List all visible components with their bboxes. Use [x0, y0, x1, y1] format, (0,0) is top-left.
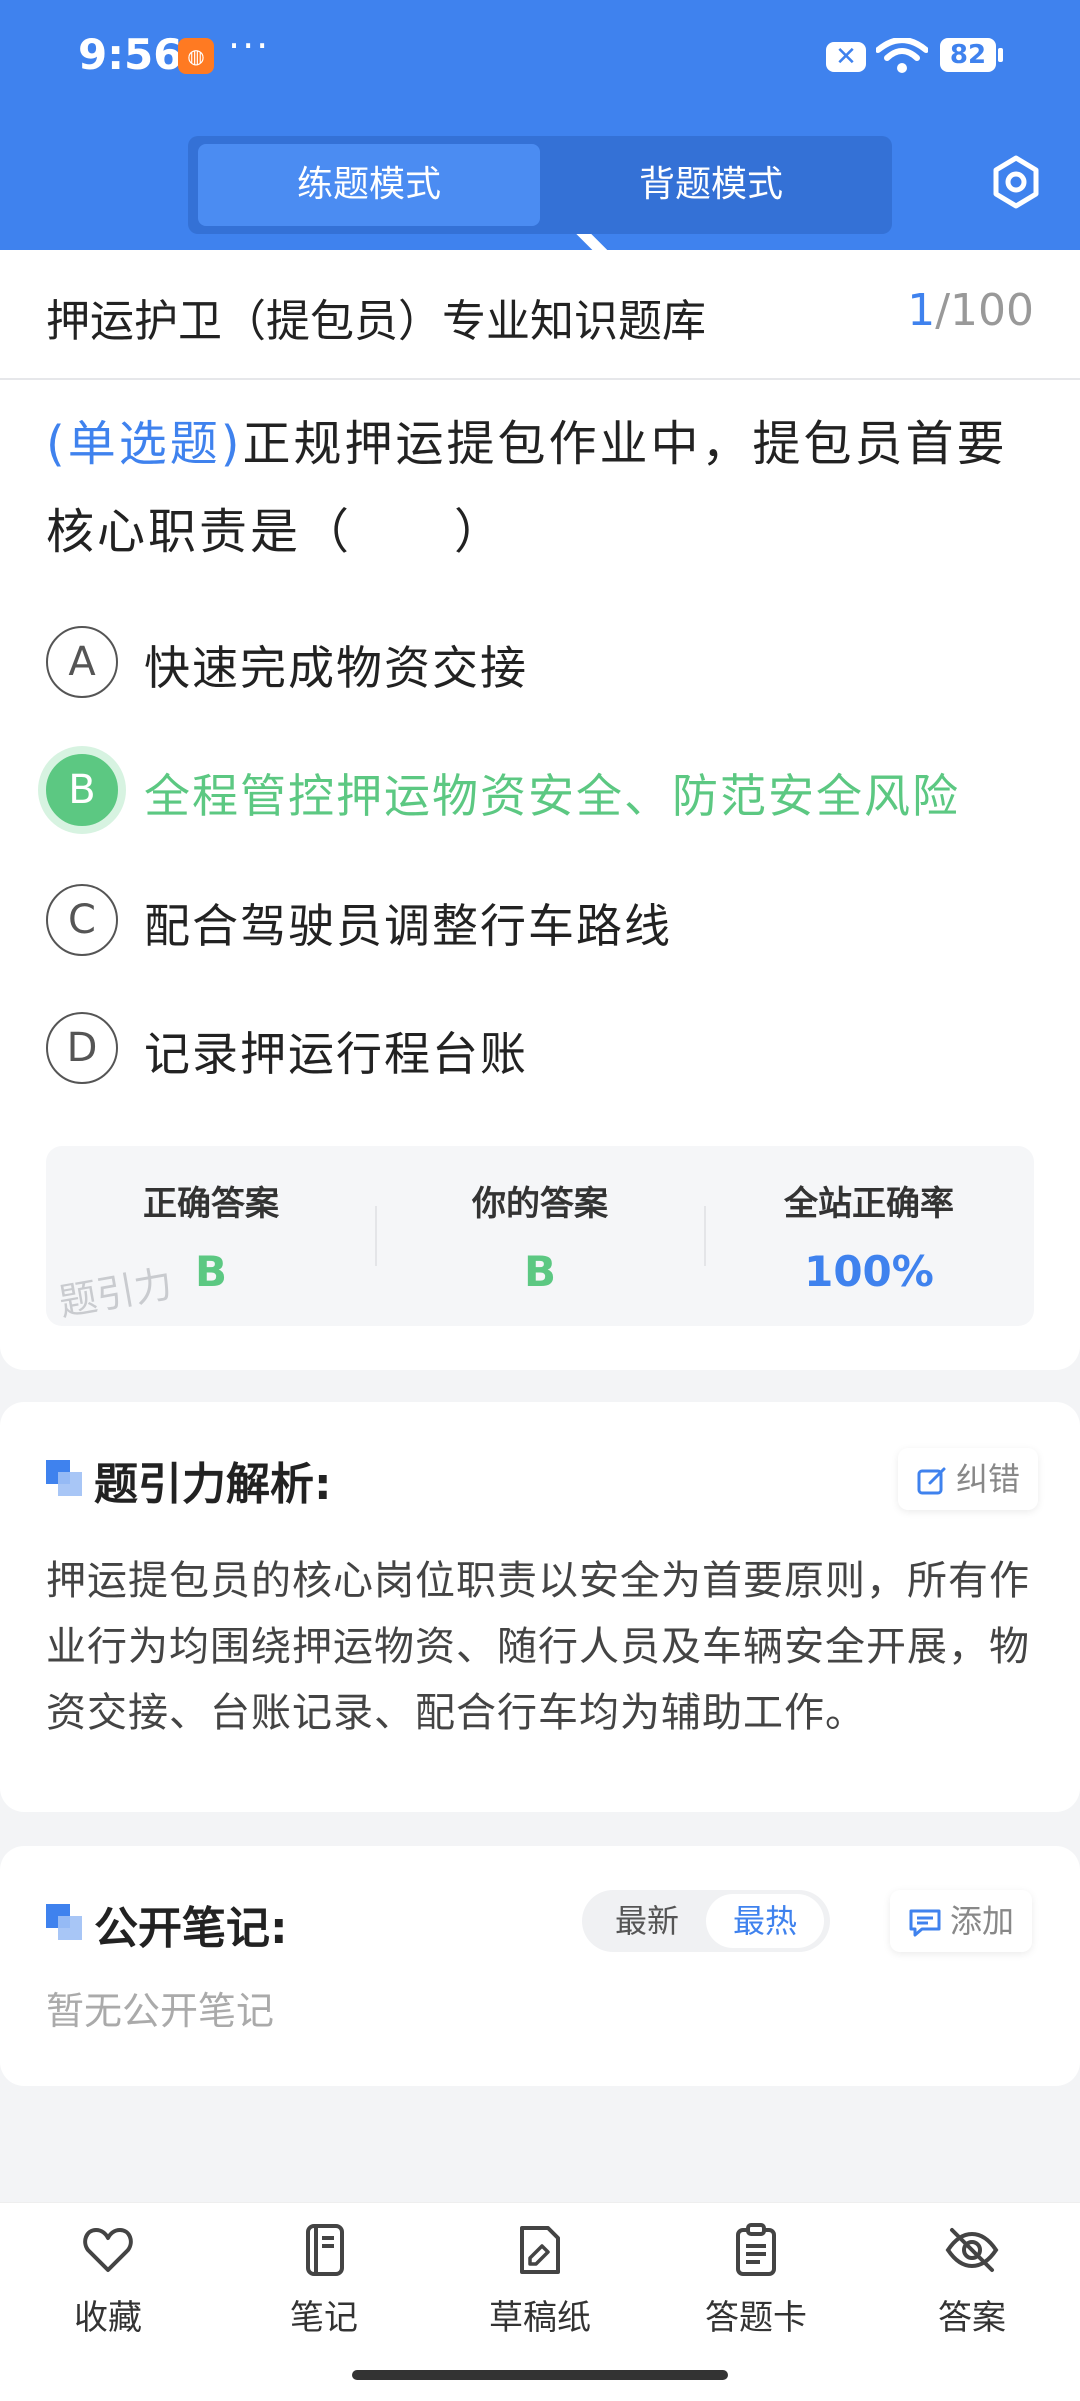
option-letter: A	[46, 626, 118, 698]
show-answer-label: 答案	[938, 2298, 1006, 2338]
status-bar: 9:56 ◍ ··· ✕ 82	[0, 0, 1080, 120]
battery-indicator: 82	[940, 38, 1003, 72]
your-answer-label: 你的答案	[472, 1184, 608, 1224]
correct-rate-value: 100%	[804, 1247, 934, 1296]
mode-switch: 练题模式 背题模式	[188, 136, 892, 234]
option-text: 记录押运行程台账	[144, 1027, 528, 1081]
silent-icon: ✕	[826, 42, 866, 72]
option-text: 快速完成物资交接	[144, 641, 528, 695]
clipboard-icon	[736, 2223, 776, 2276]
draft-paper-label: 草稿纸	[489, 2298, 591, 2338]
heart-icon	[83, 2228, 133, 2272]
option-a[interactable]: A 快速完成物资交接	[46, 622, 1036, 702]
option-text: 全程管控押运物资安全、防范安全风险	[144, 769, 960, 823]
more-notifications-icon: ···	[228, 24, 271, 68]
eye-off-icon	[945, 2228, 999, 2272]
edit-icon	[917, 1467, 946, 1495]
correct-answer-label: 正确答案	[143, 1184, 279, 1224]
notes-button[interactable]: 笔记	[224, 2222, 424, 2339]
draft-paper-button[interactable]: 草稿纸	[440, 2222, 640, 2339]
your-answer-value: B	[523, 1247, 556, 1296]
sort-newest[interactable]: 最新	[588, 1890, 706, 1952]
notes-label: 笔记	[290, 2298, 358, 2338]
answer-sheet-button[interactable]: 答题卡	[656, 2222, 856, 2339]
notes-card	[0, 1846, 1080, 2086]
question-bank-title: 押运护卫（提包员）专业知识题库	[46, 296, 706, 347]
add-note-label: 添加	[950, 1902, 1015, 1940]
correct-rate: 全站正确率 100%	[704, 1176, 1034, 1296]
correct-rate-label: 全站正确率	[784, 1184, 954, 1224]
question-type: (单选题)	[46, 416, 243, 472]
settings-icon[interactable]	[988, 154, 1044, 210]
notes-title: 公开笔记:	[94, 1903, 288, 1954]
notes-empty-text: 暂无公开笔记	[46, 1989, 275, 2033]
option-c[interactable]: C 配合驾驶员调整行车路线	[46, 880, 1036, 960]
app-notification-icon: ◍	[178, 38, 214, 74]
report-error-button[interactable]: 纠错	[898, 1448, 1039, 1510]
option-text: 配合驾驶员调整行车路线	[144, 899, 672, 953]
notebook-icon	[306, 2224, 344, 2276]
total-questions: /100	[935, 285, 1034, 336]
add-note-button[interactable]: 添加	[890, 1890, 1033, 1952]
section-icon	[46, 1904, 82, 1940]
divider	[0, 378, 1080, 380]
answer-summary: 正确答案 B 你的答案 B 全站正确率 100%	[46, 1146, 1034, 1326]
draft-icon	[520, 2226, 560, 2274]
option-letter: D	[46, 1012, 118, 1084]
analysis-text: 押运提包员的核心岗位职责以安全为首要原则，所有作业行为均围绕押运物资、随行人员及…	[46, 1558, 1030, 1736]
comment-icon	[909, 1909, 941, 1937]
option-letter: C	[46, 884, 118, 956]
show-answer-button[interactable]: 答案	[872, 2222, 1072, 2339]
section-icon	[46, 1460, 82, 1496]
favorite-button[interactable]: 收藏	[8, 2222, 208, 2339]
tab-practice-mode[interactable]: 练题模式	[198, 144, 540, 226]
tab-memorize-mode[interactable]: 背题模式	[540, 144, 882, 226]
report-error-label: 纠错	[956, 1460, 1021, 1498]
sort-hottest[interactable]: 最热	[706, 1894, 824, 1948]
answer-sheet-label: 答题卡	[705, 2298, 807, 2338]
option-b[interactable]: B 全程管控押运物资安全、防范安全风险	[46, 750, 1036, 830]
home-indicator[interactable]	[352, 2370, 728, 2380]
question-stem: (单选题)正规押运提包作业中，提包员首要核心职责是（ ）	[46, 400, 1036, 576]
question-counter: 1/100	[907, 285, 1034, 336]
option-letter: B	[46, 754, 118, 826]
favorite-label: 收藏	[74, 2298, 142, 2338]
option-d[interactable]: D 记录押运行程台账	[46, 1008, 1036, 1088]
current-question-number: 1	[907, 285, 936, 336]
analysis-title: 题引力解析:	[94, 1459, 332, 1510]
your-answer: 你的答案 B	[375, 1176, 705, 1296]
wifi-icon	[876, 38, 928, 73]
notes-sort-toggle: 最新 最热	[582, 1890, 830, 1952]
status-time: 9:56	[78, 30, 183, 79]
